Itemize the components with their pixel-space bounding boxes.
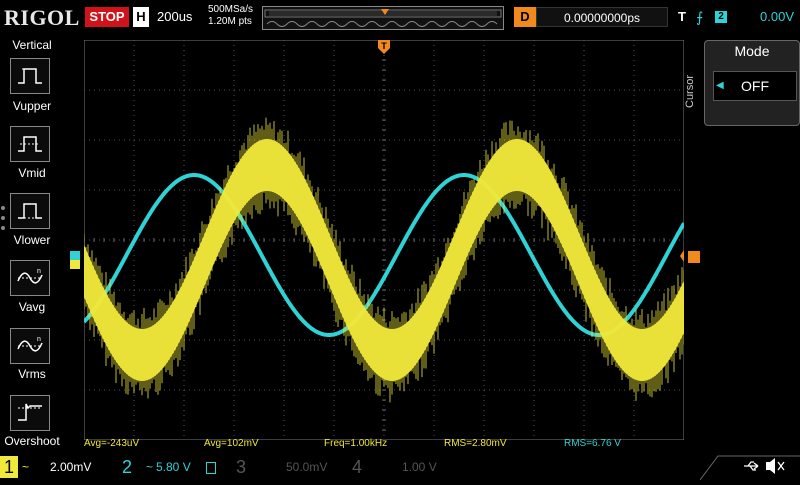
overshoot-label: Overshoot — [4, 434, 60, 448]
overshoot-icon — [18, 403, 42, 421]
channel-1-number: 1 — [0, 456, 18, 478]
vupper-label: Vupper — [12, 99, 52, 113]
timebase-value: 200us — [157, 9, 193, 24]
channel-2-coupling: ~ — [146, 460, 154, 474]
left-arrow-icon: ◀ — [716, 80, 724, 91]
delay-label: D — [514, 7, 536, 27]
channel-4-status[interactable]: 4 1.00 V — [348, 456, 452, 478]
channel-1-scale: 2.00mV — [50, 460, 92, 474]
measurement-3: Freq=1.00kHz — [324, 438, 388, 449]
cursor-mode-title: Mode — [734, 43, 770, 59]
vmid-button[interactable] — [10, 126, 50, 162]
trigger-level-handle[interactable] — [688, 251, 700, 263]
vavg-label: Vavg — [18, 300, 46, 314]
cursor-section-label: Cursor — [684, 74, 696, 108]
timebase-display[interactable]: H 200us — [133, 7, 203, 27]
vupper-icon — [18, 68, 42, 84]
top-status-bar: RIGOL STOP H 200us 500MSa/s 1.20M pts D … — [0, 0, 800, 36]
svg-text:n: n — [37, 268, 41, 275]
sample-rate: 500MSa/s — [208, 4, 254, 15]
measurement-5: RMS=6.76 V — [564, 438, 621, 449]
rising-edge-icon: ⨍ — [696, 9, 704, 25]
channel-2-status[interactable]: 2 ~ 5.80 V — [118, 456, 222, 478]
vrms-label: Vrms — [18, 367, 46, 381]
brand-logo: RIGOL — [4, 5, 80, 30]
channel-bar: 1 ~ 2.00mV 2 ~ 5.80 V 3 50.0mV 4 1.00 V — [0, 452, 800, 481]
ch2-ground-marker[interactable] — [70, 251, 80, 260]
cursor-mode-value-box: ◀ OFF — [713, 71, 797, 101]
channel-4-number: 4 — [351, 457, 362, 477]
svg-text:n: n — [37, 336, 41, 343]
vavg-icon: n — [17, 268, 43, 284]
bandwidth-limit-icon — [206, 462, 216, 474]
page-indicator — [1, 206, 5, 236]
delay-value: 0.00000000ps — [536, 7, 668, 27]
channel-2-scale: 5.80 V — [156, 460, 191, 474]
vlower-button[interactable] — [10, 193, 50, 229]
channel-1-status[interactable]: 1 ~ 2.00mV — [0, 456, 110, 478]
trigger-source: 2 — [715, 11, 727, 23]
run-stop-badge[interactable]: STOP — [85, 7, 129, 27]
vmid-icon — [18, 136, 42, 152]
timebase-label: H — [133, 7, 149, 27]
usb-icon — [699, 455, 800, 481]
measurement-1: Avg=-243uV — [84, 438, 140, 449]
trigger-level: 0.00V — [760, 9, 794, 24]
delay-display[interactable]: D 0.00000000ps — [514, 7, 668, 27]
trigger-position-label: T — [381, 41, 387, 51]
usb-status — [699, 452, 800, 481]
vupper-button[interactable] — [10, 58, 50, 94]
overshoot-button[interactable] — [10, 395, 50, 431]
channel-3-number: 3 — [235, 457, 246, 477]
memory-depth: 1.20M pts — [208, 16, 252, 27]
channel-4-scale: 1.00 V — [402, 460, 437, 474]
waveform-memory-bar[interactable] — [262, 6, 504, 30]
measurement-4: RMS=2.80mV — [444, 438, 507, 449]
measure-menu: Vertical Vupper Vmid Vlower n Vavg n Vrm… — [0, 36, 64, 452]
channel-1-coupling: ~ — [22, 460, 30, 474]
acquisition-info: 500MSa/s 1.20M pts — [208, 4, 253, 28]
ch1-ground-marker[interactable] — [70, 260, 80, 269]
vrms-icon: n — [17, 336, 43, 352]
measurement-2: Avg=102mV — [204, 438, 259, 449]
vrms-button[interactable]: n — [10, 328, 50, 364]
cursor-menu: Mode ◀ OFF — [704, 40, 800, 130]
vlower-label: Vlower — [13, 233, 51, 247]
vlower-icon — [18, 203, 42, 219]
vmid-label: Vmid — [18, 166, 46, 180]
trigger-label: T — [678, 9, 686, 24]
channel-3-scale: 50.0mV — [286, 460, 328, 474]
measure-menu-title: Vertical — [12, 38, 52, 52]
waveform-display[interactable]: T — [84, 40, 684, 440]
vavg-button[interactable]: n — [10, 260, 50, 296]
channel-3-status[interactable]: 3 50.0mV — [232, 456, 336, 478]
cursor-mode-value: OFF — [741, 78, 769, 94]
memory-bar-graphic — [264, 9, 502, 27]
cursor-mode-softkey[interactable]: Mode ◀ OFF — [704, 40, 800, 126]
trigger-display[interactable]: T ⨍ 2 0.00V — [678, 7, 796, 27]
channel-2-number: 2 — [121, 457, 132, 477]
